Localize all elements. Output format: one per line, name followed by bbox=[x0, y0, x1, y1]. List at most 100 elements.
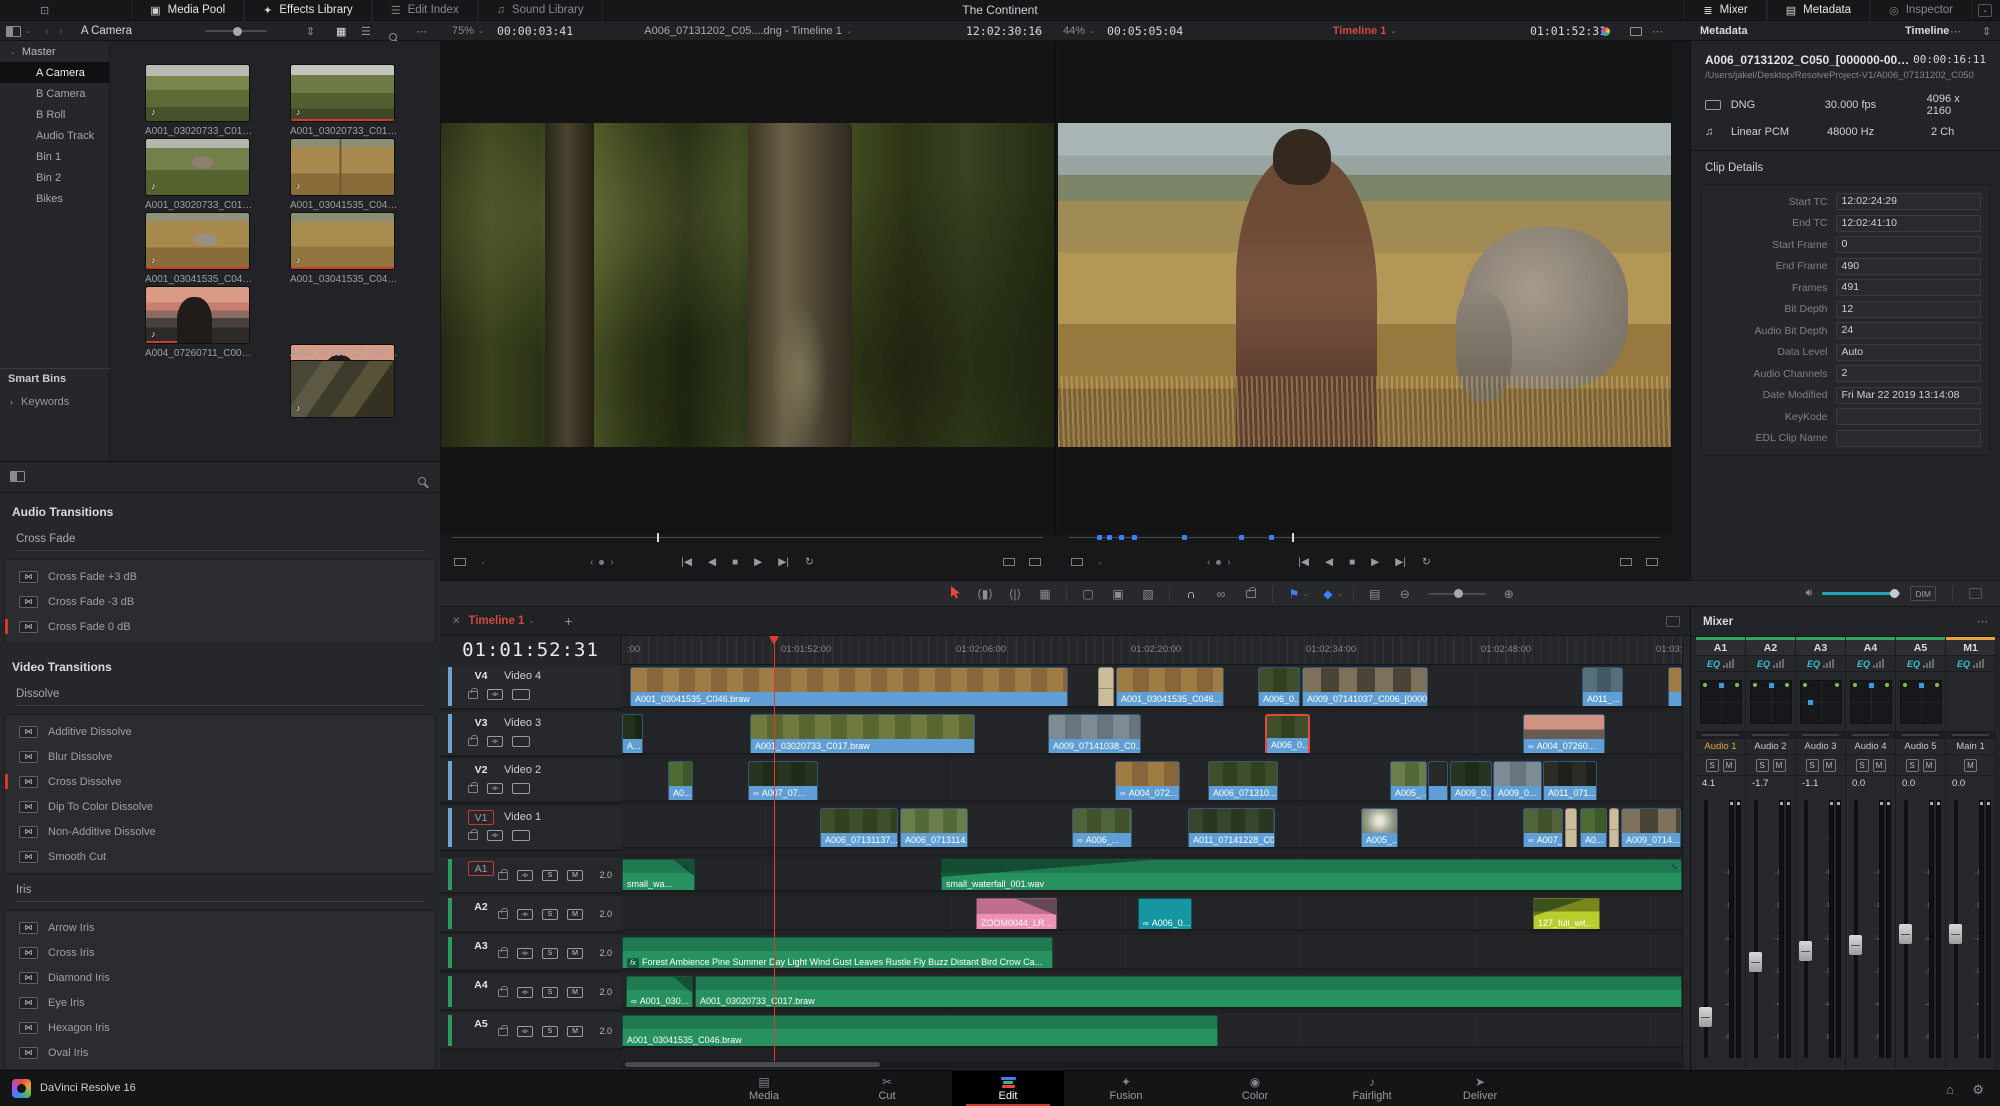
strip-eq-button[interactable]: EQ bbox=[1946, 656, 1995, 672]
video-clip[interactable]: A0... bbox=[1580, 808, 1607, 849]
replace-clip-icon[interactable]: ▧ bbox=[1133, 587, 1163, 601]
video-clip[interactable]: A011_07141228_C0... bbox=[1188, 808, 1275, 849]
timeline-viewer-image[interactable] bbox=[1058, 123, 1671, 447]
strip-solo-button[interactable]: S bbox=[1856, 759, 1869, 772]
media-clip-thumbnail[interactable]: ♪ bbox=[290, 138, 395, 196]
strip-pan-pad[interactable] bbox=[1896, 672, 1945, 732]
strip-eq-button[interactable]: EQ bbox=[1746, 656, 1795, 672]
media-clip-thumbnail[interactable]: ♪ bbox=[145, 138, 250, 196]
track-destination-V1[interactable]: V1 bbox=[468, 810, 494, 825]
video-clip[interactable]: A001_03020733_C017.braw bbox=[750, 714, 975, 755]
razor-edit-mode-icon[interactable]: ▦ bbox=[1030, 587, 1060, 601]
track-header-V2[interactable]: V2Video 2◃▹ bbox=[440, 759, 622, 804]
effects-search-icon[interactable] bbox=[418, 472, 426, 490]
chevron-down-icon[interactable]: ⌄ bbox=[1303, 590, 1309, 598]
effects-sidebar-toggle-icon[interactable] bbox=[10, 471, 25, 482]
last-frame-icon[interactable]: ▶| bbox=[778, 556, 789, 568]
track-lock-icon[interactable] bbox=[468, 832, 478, 840]
loop-icon[interactable]: ↻ bbox=[1422, 556, 1431, 568]
play-forward-icon[interactable]: ▶ bbox=[754, 556, 762, 568]
bin-item-audio-track[interactable]: Audio Track bbox=[0, 125, 109, 146]
track-header-A3[interactable]: A3◃▹SM2.0 bbox=[440, 935, 622, 972]
timeline-playhead-tick[interactable] bbox=[1292, 533, 1294, 542]
strip-solo-button[interactable]: S bbox=[1906, 759, 1919, 772]
pan-pad-surface[interactable] bbox=[1800, 680, 1842, 724]
effect-item-cross-fade-3-db[interactable]: ⋈Cross Fade -3 dB bbox=[5, 589, 435, 614]
chevron-down-icon[interactable]: ⌄ bbox=[1337, 590, 1343, 598]
bin-back-icon[interactable]: ‹ bbox=[45, 24, 49, 38]
strip-mute-button[interactable]: M bbox=[1773, 759, 1786, 772]
track-solo-button[interactable]: S bbox=[542, 948, 558, 959]
fader-handle[interactable] bbox=[1749, 952, 1762, 972]
play-forward-icon[interactable]: ▶ bbox=[1371, 556, 1379, 568]
audio-clip[interactable]: small_wa...∿ bbox=[622, 859, 695, 892]
bin-item-a-camera[interactable]: A Camera bbox=[0, 62, 109, 83]
pan-pad-surface[interactable] bbox=[1750, 680, 1792, 724]
page-button-cut[interactable]: ✂Cut bbox=[839, 1071, 935, 1106]
last-frame-icon[interactable]: ▶| bbox=[1395, 556, 1406, 568]
track-auto-select-icon[interactable]: ◃▹ bbox=[487, 783, 503, 794]
timeline-zoom-level[interactable]: 44%⌄ bbox=[1063, 21, 1095, 41]
metadata-field-value[interactable]: 12:02:41:10 bbox=[1836, 215, 1981, 232]
video-clip[interactable]: A... bbox=[622, 714, 643, 755]
viewer-marker-dot[interactable] bbox=[1132, 535, 1137, 540]
strip-fader[interactable]: 0-5-10-15-20-30-40-50 bbox=[1946, 792, 1995, 1066]
position-lock-icon[interactable] bbox=[1236, 590, 1266, 598]
strip-solo-button[interactable]: S bbox=[1756, 759, 1769, 772]
zoom-out-icon[interactable]: ⊖ bbox=[1390, 587, 1420, 601]
source-in-out-icon[interactable] bbox=[1029, 547, 1041, 577]
video-clip[interactable]: A011_... bbox=[1582, 667, 1623, 708]
strip-mute-button[interactable]: M bbox=[1923, 759, 1936, 772]
strip-eq-button[interactable]: EQ bbox=[1696, 656, 1745, 672]
strip-mute-button[interactable]: M bbox=[1873, 759, 1886, 772]
source-zoom-level[interactable]: 75%⌄ bbox=[452, 21, 484, 41]
bin-item-bin-2[interactable]: Bin 2 bbox=[0, 167, 109, 188]
strip-mute-button[interactable]: M bbox=[1823, 759, 1836, 772]
topbar-button-sound-library[interactable]: ♫Sound Library bbox=[478, 0, 603, 21]
video-clip[interactable]: ∞A007_... bbox=[1523, 808, 1563, 849]
bin-item-bin-1[interactable]: Bin 1 bbox=[0, 146, 109, 167]
track-auto-select-icon[interactable]: ◃▹ bbox=[517, 1026, 533, 1037]
davinci-resolve-logo[interactable] bbox=[12, 1079, 31, 1098]
track-filmstrip-icon[interactable] bbox=[512, 783, 530, 794]
strip-fader[interactable]: 0-5-10-15-20-30-40-50 bbox=[1796, 792, 1845, 1066]
strip-pan-pad[interactable] bbox=[1746, 672, 1795, 732]
video-clip[interactable] bbox=[1428, 761, 1448, 802]
timeline-scrub-bar[interactable] bbox=[1069, 533, 1660, 542]
first-frame-icon[interactable]: |◀ bbox=[681, 556, 692, 568]
page-button-color[interactable]: ◉Color bbox=[1207, 1071, 1303, 1106]
media-more-options-icon[interactable]: ⋯ bbox=[416, 21, 427, 41]
media-clip-thumbnail[interactable]: ♪ bbox=[145, 212, 250, 270]
track-header-V3[interactable]: V3Video 3◃▹ bbox=[440, 712, 622, 757]
video-clip[interactable] bbox=[1668, 667, 1682, 708]
track-destination-A5[interactable]: A5 bbox=[468, 1017, 494, 1032]
track-lock-icon[interactable] bbox=[468, 738, 478, 746]
video-clip[interactable]: A005_... bbox=[1390, 761, 1427, 802]
zoom-slider[interactable] bbox=[1428, 593, 1486, 595]
dim-button[interactable]: DIM bbox=[1910, 586, 1936, 601]
track-destination-V2[interactable]: V2 bbox=[468, 763, 494, 778]
effect-item-eye-iris[interactable]: ⋈Eye Iris bbox=[5, 990, 435, 1015]
topbar-button-media-pool[interactable]: ▣Media Pool bbox=[131, 0, 244, 21]
video-clip[interactable]: A009_07141038_C0... bbox=[1048, 714, 1141, 755]
metadata-field-value[interactable]: 12:02:24:29 bbox=[1836, 193, 1981, 210]
strip-fader[interactable]: 0-5-10-15-20-30-40-50 bbox=[1846, 792, 1895, 1066]
metadata-field-value[interactable]: 0 bbox=[1836, 236, 1981, 253]
snapping-icon[interactable]: ∩ bbox=[1176, 587, 1206, 601]
effect-item-diamond-iris[interactable]: ⋈Diamond Iris bbox=[5, 965, 435, 990]
metadata-field-value[interactable] bbox=[1836, 430, 1981, 447]
timeline-view-options-icon[interactable]: ▤ bbox=[1360, 587, 1390, 601]
fullscreen-icon[interactable] bbox=[1630, 27, 1642, 36]
track-header-V1[interactable]: V1Video 1◃▹ bbox=[440, 806, 622, 851]
effect-item-non-additive-dissolve[interactable]: ⋈Non-Additive Dissolve bbox=[5, 819, 435, 844]
track-filmstrip-icon[interactable] bbox=[512, 736, 530, 747]
thumbnail-size-slider[interactable] bbox=[205, 30, 267, 32]
strip-pan-pad[interactable] bbox=[1696, 672, 1745, 732]
viewer-marker-dot[interactable] bbox=[1107, 535, 1112, 540]
timeline-tab[interactable]: Timeline 1 bbox=[468, 615, 524, 627]
track-lock-icon[interactable] bbox=[468, 785, 478, 793]
video-clip[interactable]: ∞A007_07... bbox=[748, 761, 818, 802]
track-mute-button[interactable]: M bbox=[567, 870, 583, 881]
timeline-viewer-options-icon[interactable]: ⋯ bbox=[1652, 21, 1663, 41]
add-timeline-tab-icon[interactable]: + bbox=[564, 613, 572, 629]
